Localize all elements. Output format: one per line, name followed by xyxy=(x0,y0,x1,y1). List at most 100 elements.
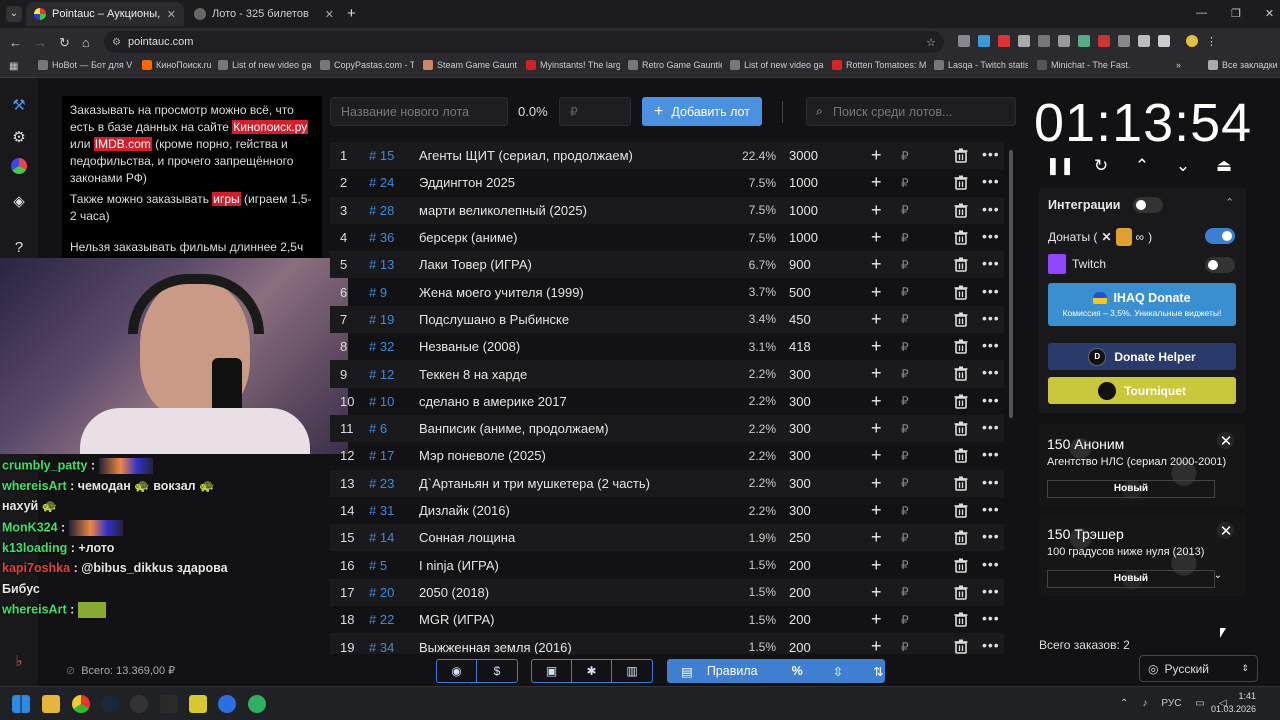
lot-amount[interactable]: 1000 xyxy=(789,230,818,245)
extension-icon[interactable] xyxy=(998,35,1010,47)
more-options-icon[interactable]: ••• xyxy=(982,419,1000,435)
lot-name[interactable]: Подслушано в Рыбинске xyxy=(419,312,569,327)
ruble-icon[interactable]: ₽ xyxy=(901,231,909,245)
kinopoisk-link[interactable]: Кинопоиск.ру xyxy=(232,120,309,134)
lot-row[interactable]: 8 # 32 Незваные (2008) 3.1% 418 + ₽ ••• xyxy=(330,333,1004,360)
app-icon[interactable] xyxy=(248,695,266,713)
lot-name[interactable]: Лаки Товер (ИГРА) xyxy=(419,257,532,272)
input-language[interactable]: РУС xyxy=(1161,698,1181,709)
lot-amount[interactable]: 300 xyxy=(789,503,811,518)
order-status-button[interactable]: Новый xyxy=(1047,480,1215,498)
ruble-icon[interactable]: ₽ xyxy=(901,613,909,627)
minimize-icon[interactable]: — xyxy=(1196,7,1207,20)
lot-name[interactable]: марти великолепный (2025) xyxy=(419,203,587,218)
back-icon[interactable]: ← xyxy=(9,35,22,51)
bookmark-item[interactable]: КиноПоиск.ru xyxy=(142,60,212,70)
ruble-icon[interactable]: ₽ xyxy=(901,312,909,326)
layers-icon[interactable]: ◈ xyxy=(8,190,30,212)
more-bookmarks-icon[interactable]: » xyxy=(1176,60,1181,70)
ruble-icon[interactable]: ₽ xyxy=(901,367,909,381)
lot-amount[interactable]: 1000 xyxy=(789,175,818,190)
file-explorer-icon[interactable] xyxy=(42,695,60,713)
bookmark-item[interactable]: List of new video ga... xyxy=(730,60,824,70)
close-tab-icon[interactable]: ✕ xyxy=(167,8,176,21)
add-to-lot-plus-icon[interactable]: + xyxy=(871,391,882,412)
extension-icon[interactable] xyxy=(978,35,990,47)
add-to-lot-plus-icon[interactable]: + xyxy=(871,145,882,166)
app-icon[interactable] xyxy=(218,695,236,713)
more-options-icon[interactable]: ••• xyxy=(982,228,1000,244)
more-options-icon[interactable]: ••• xyxy=(982,474,1000,490)
pause-icon[interactable]: ❚❚ xyxy=(1045,156,1075,176)
bookmark-item[interactable]: List of new video ga... xyxy=(218,60,312,70)
lot-name[interactable]: Выжженная земля (2016) xyxy=(419,640,572,654)
url-field[interactable]: ⚙ pointauc.com ☆ xyxy=(104,31,944,53)
more-options-icon[interactable]: ••• xyxy=(982,255,1000,271)
wheel-icon[interactable] xyxy=(11,158,27,174)
time-top-icon[interactable]: ⏏ xyxy=(1209,156,1239,176)
lot-search-input[interactable]: ⌕ Поиск среди лотов... xyxy=(806,97,1016,126)
add-to-lot-plus-icon[interactable]: + xyxy=(871,473,882,494)
more-options-icon[interactable]: ••• xyxy=(982,283,1000,299)
lot-row[interactable]: 5 # 13 Лаки Товер (ИГРА) 6.7% 900 + ₽ ••• xyxy=(330,251,1004,279)
lot-amount[interactable]: 200 xyxy=(789,558,811,573)
lot-name[interactable]: I ninja (ИГРА) xyxy=(419,558,499,573)
help-icon[interactable]: ? xyxy=(8,236,30,258)
ruble-icon[interactable]: ₽ xyxy=(901,394,909,408)
delete-trash-icon[interactable] xyxy=(954,230,968,248)
delete-trash-icon[interactable] xyxy=(954,448,968,466)
lot-row[interactable]: 17 # 20 2050 (2018) 1.5% 200 + ₽ ••• xyxy=(330,578,1004,607)
profile-avatar-icon[interactable] xyxy=(1186,35,1198,47)
add-to-lot-plus-icon[interactable]: + xyxy=(871,363,882,384)
more-options-icon[interactable]: ••• xyxy=(982,392,1000,408)
obs-icon[interactable] xyxy=(130,695,148,713)
forward-icon[interactable]: → xyxy=(34,35,47,51)
ruble-icon[interactable]: ₽ xyxy=(901,558,909,572)
lot-amount[interactable]: 1000 xyxy=(789,203,818,218)
site-info-icon[interactable]: ⚙ xyxy=(112,37,121,48)
expand-chevron-icon[interactable]: ⌄ xyxy=(1214,570,1222,581)
more-options-icon[interactable]: ••• xyxy=(982,201,1000,217)
lot-name[interactable]: 2050 (2018) xyxy=(419,585,489,600)
more-options-icon[interactable]: ••• xyxy=(982,528,1000,544)
twitch-toggle[interactable] xyxy=(1205,257,1235,273)
lot-row[interactable]: 15 # 14 Сонная лощина 1.9% 250 + ₽ ••• xyxy=(330,524,1004,552)
delete-trash-icon[interactable] xyxy=(954,639,968,654)
lot-row[interactable]: 13 # 23 Д`Артаньян и три мушкетера (2 част… xyxy=(330,469,1004,497)
close-window-icon[interactable]: ✕ xyxy=(1265,7,1274,20)
lot-amount[interactable]: 300 xyxy=(789,367,811,382)
delete-trash-icon[interactable] xyxy=(954,285,968,303)
save-icon[interactable]: ▣ xyxy=(532,660,572,682)
ruble-icon[interactable]: ₽ xyxy=(901,640,909,654)
delete-trash-icon[interactable] xyxy=(954,558,968,576)
lot-amount[interactable]: 3000 xyxy=(789,148,818,163)
ruble-icon[interactable]: ₽ xyxy=(901,149,909,163)
lot-amount[interactable]: 300 xyxy=(789,421,811,436)
bookmark-item[interactable]: Steam Game Gauntlet xyxy=(423,60,517,70)
github-icon[interactable]: ◉ xyxy=(437,660,477,682)
lot-row[interactable]: 2 # 24 Эддингтон 2025 7.5% 1000 + ₽ ••• xyxy=(330,169,1004,196)
ihaq-donate-button[interactable]: IHAQ Donate Комиссия – 3,5%. Уникальные … xyxy=(1048,283,1236,326)
extension-icon[interactable] xyxy=(1038,35,1050,47)
more-options-icon[interactable]: ••• xyxy=(982,501,1000,517)
network-icon[interactable]: ▭ xyxy=(1195,698,1204,709)
table-scrollbar[interactable] xyxy=(1009,150,1013,418)
add-to-lot-plus-icon[interactable]: + xyxy=(871,227,882,248)
app-icon[interactable] xyxy=(160,695,178,713)
ruble-icon[interactable]: ₽ xyxy=(901,422,909,436)
language-select[interactable]: ◎ Русский ⇕ xyxy=(1139,655,1258,682)
all-bookmarks[interactable]: Все закладки xyxy=(1208,60,1278,70)
settings-gear-icon[interactable]: ⚙ xyxy=(8,126,30,148)
add-to-lot-plus-icon[interactable]: + xyxy=(871,172,882,193)
microphone-icon[interactable]: ♪ xyxy=(1142,698,1147,709)
lot-name[interactable]: Ванписик (аниме, продолжаем) xyxy=(419,421,609,436)
lot-row[interactable]: 18 # 22 MGR (ИГРА) 1.5% 200 + ₽ ••• xyxy=(330,606,1004,633)
steam-icon[interactable] xyxy=(101,695,119,713)
add-to-lot-plus-icon[interactable]: + xyxy=(871,500,882,521)
donations-toggle[interactable] xyxy=(1205,228,1235,244)
lot-name[interactable]: сделано в америке 2017 xyxy=(419,394,567,409)
bookmark-star-icon[interactable]: ☆ xyxy=(926,36,936,49)
donate-helper-button[interactable]: D Donate Helper xyxy=(1048,343,1236,370)
delete-trash-icon[interactable] xyxy=(954,148,968,166)
puzzle-icon[interactable] xyxy=(1158,35,1170,47)
